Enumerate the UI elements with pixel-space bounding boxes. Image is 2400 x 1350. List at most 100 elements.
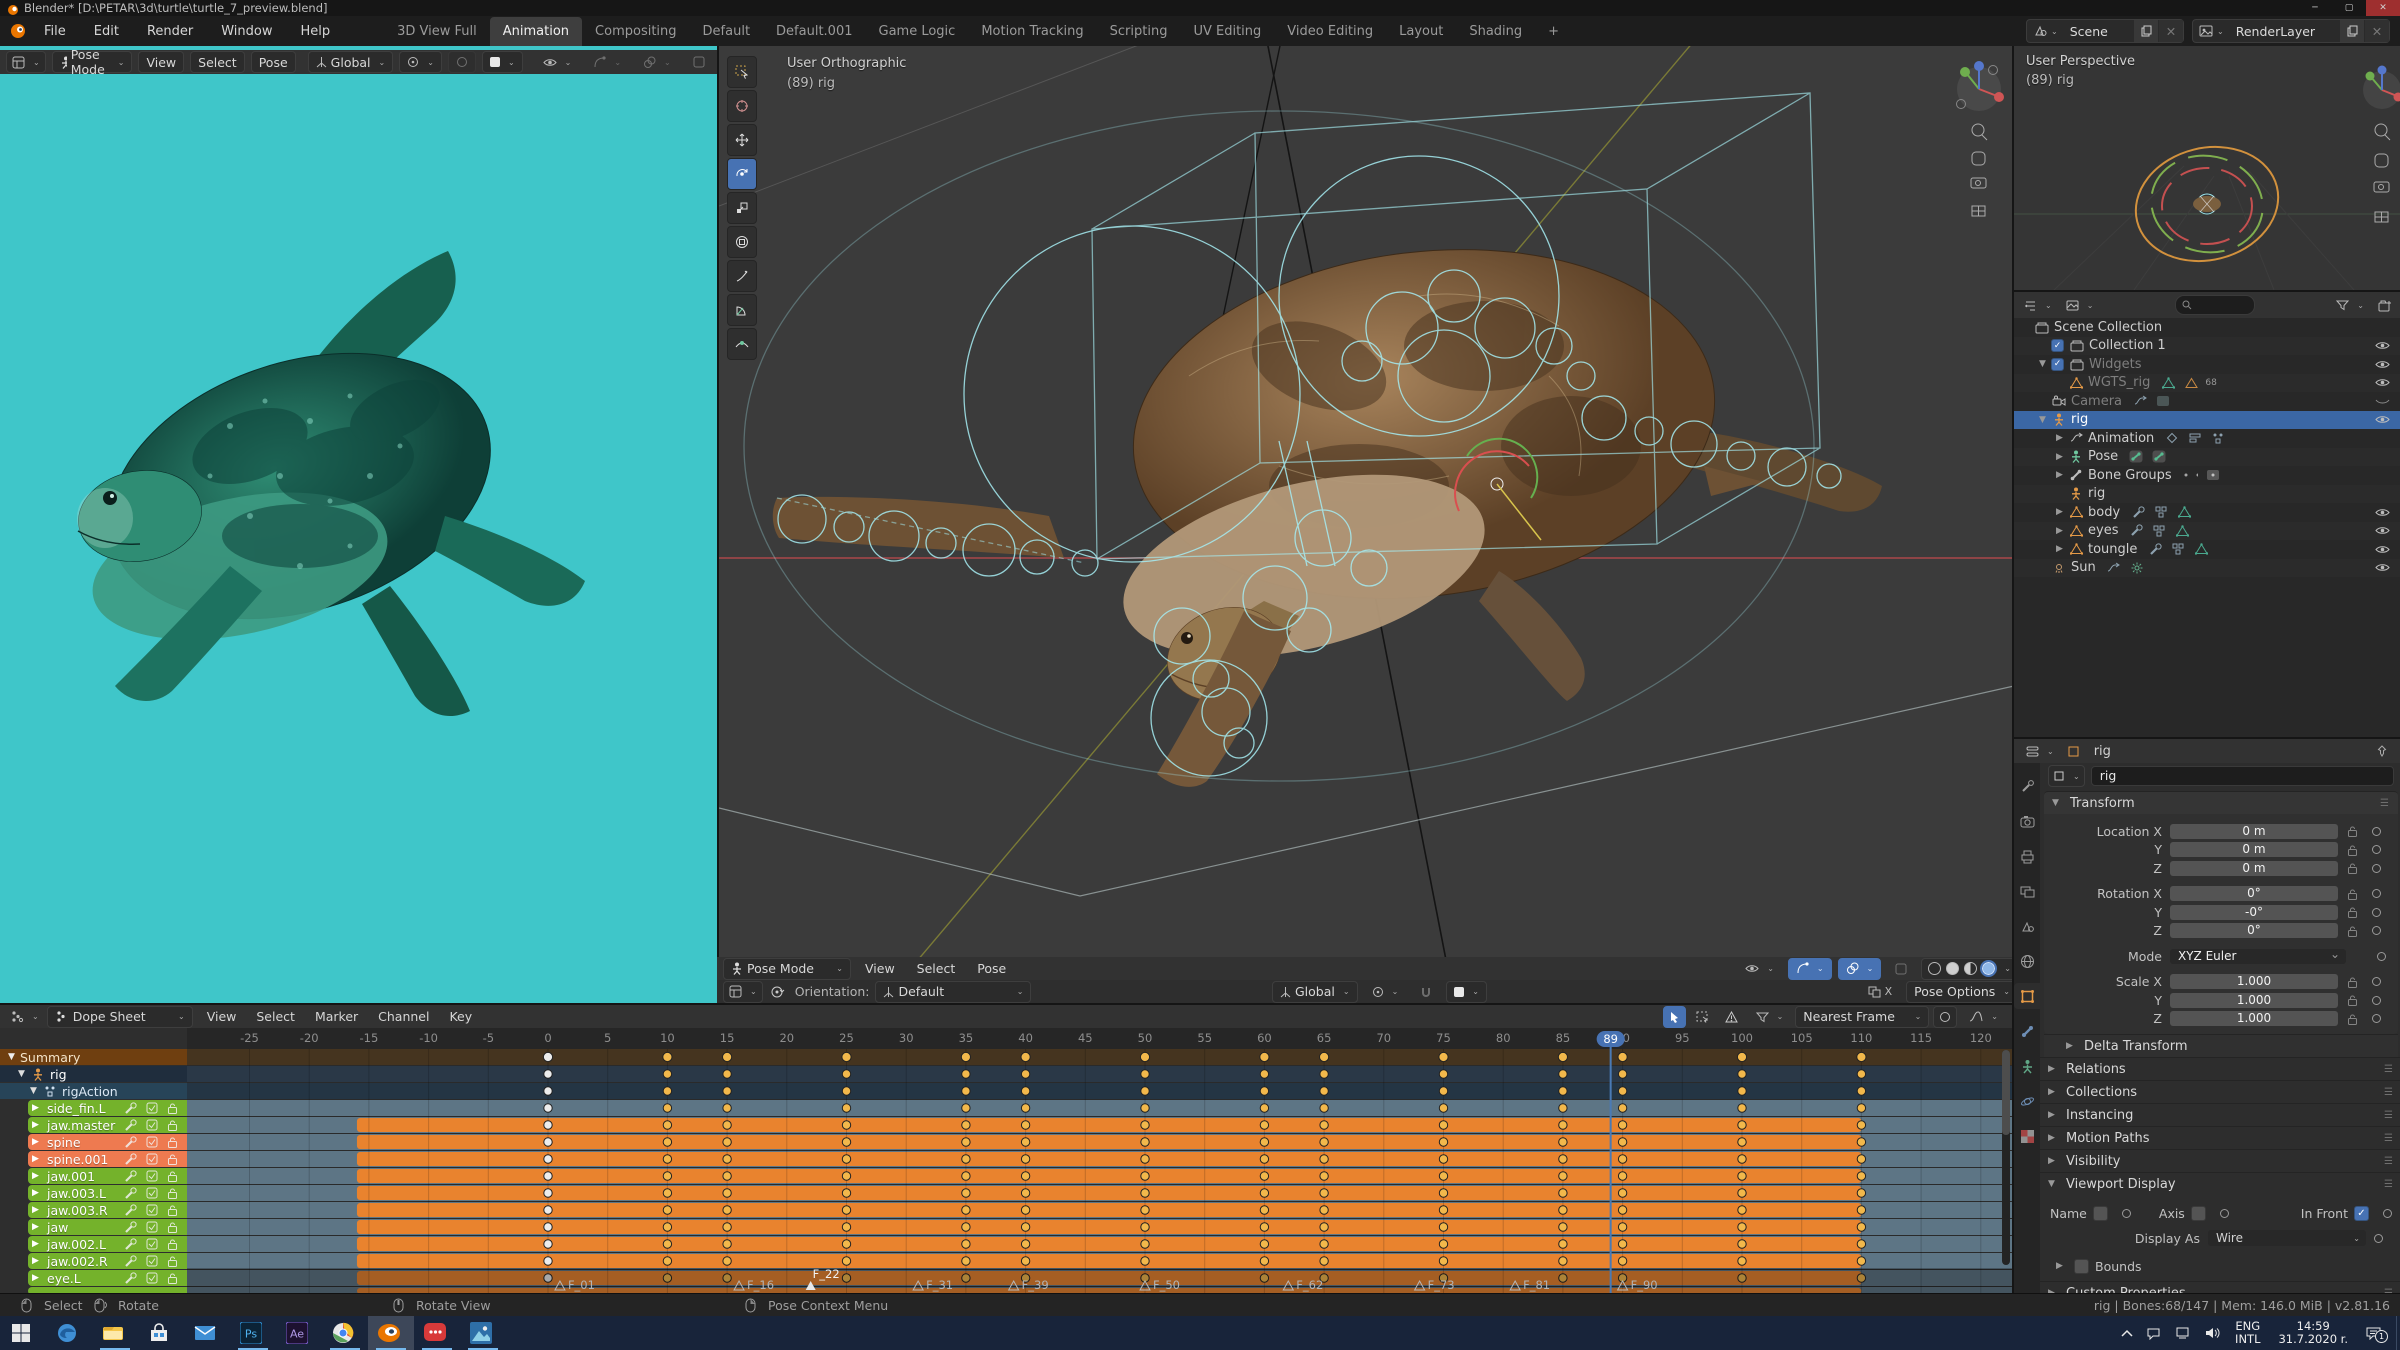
channel-jaw-001[interactable]: ▶jaw.001	[0, 1168, 187, 1184]
channel-enable-checkbox[interactable]	[145, 1119, 158, 1132]
panel-visibility[interactable]: ▶Visibility☰	[2040, 1149, 2400, 1172]
channel-eye-l[interactable]: ▶eye.L	[0, 1270, 187, 1286]
tray-chat-icon[interactable]	[2147, 1327, 2162, 1340]
keyframe[interactable]	[544, 1070, 552, 1078]
keyframe[interactable]	[663, 1104, 671, 1112]
outliner-row-pose[interactable]: ▶Pose	[2014, 448, 2400, 467]
keyframe[interactable]	[1439, 1189, 1447, 1197]
panel-relations[interactable]: ▶Relations☰	[2040, 1057, 2400, 1080]
workspace-tab-animation[interactable]: Animation	[490, 17, 582, 46]
center-xray-toggle[interactable]	[1887, 958, 1915, 980]
keyframe[interactable]	[1141, 1172, 1149, 1180]
keyframe[interactable]	[1559, 1104, 1567, 1112]
outliner-row-widgets[interactable]: ▼✓Widgets	[2014, 355, 2400, 374]
channel-spine-001[interactable]: ▶spine.001	[0, 1151, 187, 1167]
keyframe[interactable]	[1618, 1257, 1626, 1265]
properties-tab-tool[interactable]	[2014, 773, 2040, 799]
outliner-row-eyes[interactable]: ▶eyes	[2014, 522, 2400, 541]
properties-tab-world[interactable]	[2014, 948, 2040, 974]
keyframe[interactable]	[1021, 1070, 1029, 1078]
keyframe[interactable]	[1021, 1240, 1029, 1248]
tool-rotate[interactable]	[727, 158, 757, 190]
outliner-row-bone-groups[interactable]: ▶Bone Groups	[2014, 466, 2400, 485]
expand-icon[interactable]: ▶	[32, 1188, 44, 1198]
workspace-tab-scripting[interactable]: Scripting	[1097, 17, 1181, 46]
keyframe[interactable]	[1320, 1189, 1328, 1197]
keyframe[interactable]	[723, 1087, 731, 1095]
keyframe[interactable]	[1439, 1257, 1447, 1265]
keyframe[interactable]	[1439, 1206, 1447, 1214]
keyframe[interactable]	[663, 1223, 671, 1231]
proportional-edit-button[interactable]	[448, 51, 476, 73]
outliner-row-camera[interactable]: Camera	[2014, 392, 2400, 411]
keyframe[interactable]	[723, 1257, 731, 1265]
new-collection-button[interactable]	[2374, 294, 2396, 316]
keyframe[interactable]	[1618, 1138, 1626, 1146]
taskbar-app-start[interactable]	[0, 1316, 46, 1350]
expand-icon[interactable]: ▶	[2056, 526, 2068, 536]
keyframe[interactable]	[1439, 1223, 1447, 1231]
perspective-toggle-icon[interactable]	[1972, 206, 1985, 216]
channel-jaw-003-l[interactable]: ▶jaw.003.L	[0, 1185, 187, 1201]
keyframe[interactable]	[842, 1206, 850, 1214]
menu-file[interactable]: File	[30, 17, 80, 46]
keyframe[interactable]	[663, 1240, 671, 1248]
fmodifier-wrench-icon[interactable]	[124, 1238, 137, 1251]
channel-rig[interactable]: ▼rig	[0, 1066, 187, 1082]
keyframe[interactable]	[723, 1138, 731, 1146]
proportional-edit-toggle[interactable]	[1933, 1006, 1957, 1028]
keyframe[interactable]	[1021, 1189, 1029, 1197]
panel-motion-paths[interactable]: ▶Motion Paths☰	[2040, 1126, 2400, 1149]
bone-group-bar[interactable]: ▶jaw.003.R	[28, 1202, 187, 1218]
keyframe[interactable]	[962, 1257, 970, 1265]
keyframe[interactable]	[962, 1223, 970, 1231]
properties-tab-scene[interactable]	[2014, 913, 2040, 939]
channel-lock-icon[interactable]	[166, 1119, 179, 1132]
bone-group-bar[interactable]: ▶jaw.002.R	[28, 1253, 187, 1269]
keyframe[interactable]	[1021, 1206, 1029, 1214]
keyframe[interactable]	[962, 1104, 970, 1112]
keyframe[interactable]	[663, 1052, 672, 1061]
center-material-button[interactable]	[1964, 962, 1977, 975]
keyframe[interactable]	[1857, 1240, 1865, 1248]
keyframe[interactable]	[663, 1206, 671, 1214]
vd-axis-checkbox[interactable]	[2191, 1206, 2206, 1221]
keyframe[interactable]	[1558, 1052, 1567, 1061]
workspace-tab--[interactable]: +	[1535, 17, 1572, 46]
transform-value[interactable]: 0 m	[2170, 824, 2338, 839]
mini-move-view-icon[interactable]	[2375, 154, 2388, 167]
channel-jaw-master[interactable]: ▶jaw.master	[0, 1117, 187, 1133]
keyframe[interactable]	[961, 1052, 970, 1061]
dope-filter-dropdown[interactable]: ⌄	[1748, 1006, 1792, 1028]
center-view-menu[interactable]: View	[857, 958, 903, 980]
center-mode-dropdown[interactable]: Pose Mode⌄	[723, 958, 851, 980]
keyframe[interactable]	[842, 1223, 850, 1231]
keyframe[interactable]	[1559, 1206, 1567, 1214]
keyframe[interactable]	[842, 1138, 850, 1146]
channel-lock-icon[interactable]	[166, 1221, 179, 1234]
keyframe[interactable]	[1738, 1240, 1746, 1248]
transform-panel-header[interactable]: ▼Transform☰	[2044, 791, 2398, 814]
keyframe-area[interactable]: -25-20-15-10-505101520253035404550556065…	[187, 1028, 2012, 1295]
keyframe[interactable]	[1738, 1121, 1746, 1129]
keyframe[interactable]	[1260, 1223, 1268, 1231]
vd-infront-checkbox[interactable]: ✓	[2354, 1206, 2369, 1221]
dope-menu-channel[interactable]: Channel	[368, 1002, 439, 1031]
keyframe[interactable]	[1618, 1240, 1626, 1248]
center-overlays-toggle[interactable]: ⌄	[1838, 958, 1882, 980]
outliner-filter-button[interactable]: ⌄	[2332, 294, 2368, 316]
close-button[interactable]: ✕	[2366, 0, 2400, 16]
keyframe[interactable]	[1618, 1206, 1626, 1214]
outliner-search-input[interactable]	[2175, 295, 2255, 315]
fmodifier-wrench-icon[interactable]	[124, 1272, 137, 1285]
mini-viewport[interactable]: User Perspective (89) rig	[2012, 46, 2400, 290]
keyframe[interactable]	[842, 1257, 850, 1265]
collection-checkbox[interactable]: ✓	[2051, 339, 2064, 352]
channel-jaw-002-l[interactable]: ▶jaw.002.L	[0, 1236, 187, 1252]
transform-value[interactable]: 0 m	[2170, 842, 2338, 857]
taskbar-app-edge[interactable]	[46, 1316, 92, 1350]
keyframe[interactable]	[544, 1087, 552, 1095]
keyframe[interactable]	[1021, 1104, 1029, 1112]
keyframe[interactable]	[1738, 1138, 1746, 1146]
dope-menu-view[interactable]: View	[197, 1002, 247, 1031]
